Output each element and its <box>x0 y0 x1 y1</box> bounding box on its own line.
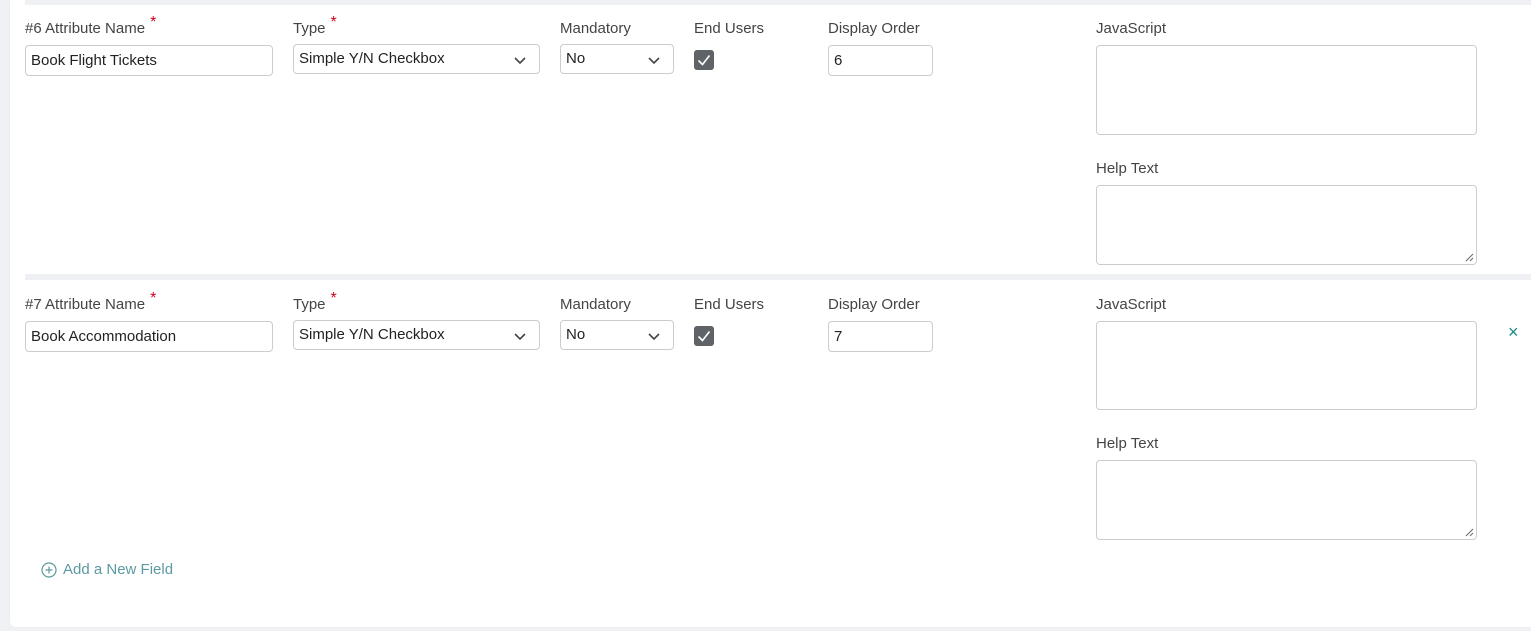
chevron-down-icon <box>648 333 660 341</box>
help-text-textarea[interactable] <box>1096 185 1477 265</box>
javascript-label: JavaScript <box>1096 20 1167 37</box>
type-select[interactable]: Simple Y/N Checkbox <box>293 320 540 350</box>
section-separator <box>25 0 1531 5</box>
attribute-name-label: #6 Attribute Name * <box>25 14 157 37</box>
mandatory-select[interactable]: No <box>560 320 674 350</box>
type-label: Type * <box>293 14 337 37</box>
mandatory-select[interactable]: No <box>560 44 674 74</box>
type-select-value: Simple Y/N Checkbox <box>299 326 445 343</box>
chevron-down-icon <box>514 57 526 65</box>
checkmark-icon <box>697 55 711 66</box>
end-users-label: End Users <box>694 20 765 37</box>
mandatory-select-value: No <box>566 50 586 67</box>
help-text-label: Help Text <box>1096 435 1159 452</box>
display-order-label: Display Order <box>828 20 920 37</box>
required-marker: * <box>150 290 157 307</box>
end-users-checkbox[interactable] <box>694 326 714 346</box>
attribute-name-input[interactable]: Book Flight Tickets <box>25 45 273 76</box>
mandatory-label: Mandatory <box>560 296 631 313</box>
mandatory-label: Mandatory <box>560 20 631 37</box>
chevron-down-icon <box>648 57 660 65</box>
attribute-name-input[interactable]: Book Accommodation <box>25 321 273 352</box>
display-order-input[interactable]: 6 <box>828 45 933 76</box>
add-new-field-button[interactable]: Add a New Field <box>41 561 173 578</box>
help-text-textarea[interactable] <box>1096 460 1477 540</box>
javascript-textarea[interactable] <box>1096 321 1477 410</box>
required-marker: * <box>330 290 337 307</box>
checkmark-icon <box>697 331 711 342</box>
section-separator <box>25 274 1531 280</box>
javascript-textarea[interactable] <box>1096 45 1477 135</box>
end-users-checkbox[interactable] <box>694 50 714 70</box>
required-marker: * <box>150 14 157 31</box>
resize-grip-icon[interactable] <box>1464 252 1474 262</box>
javascript-label: JavaScript <box>1096 296 1167 313</box>
help-text-label: Help Text <box>1096 160 1159 177</box>
mandatory-select-value: No <box>566 326 586 343</box>
display-order-label: Display Order <box>828 296 920 313</box>
end-users-label: End Users <box>694 296 765 313</box>
type-label: Type * <box>293 290 337 313</box>
display-order-input[interactable]: 7 <box>828 321 933 352</box>
plus-circle-icon <box>41 561 57 578</box>
chevron-down-icon <box>514 333 526 341</box>
custom-fields-panel: #6 Attribute Name * Book Flight Tickets T… <box>10 0 1531 627</box>
remove-field-button[interactable]: × <box>1508 323 1519 341</box>
type-select[interactable]: Simple Y/N Checkbox <box>293 44 540 74</box>
resize-grip-icon[interactable] <box>1464 527 1474 537</box>
required-marker: * <box>330 14 337 31</box>
add-new-field-label: Add a New Field <box>63 561 174 578</box>
type-select-value: Simple Y/N Checkbox <box>299 50 445 67</box>
attribute-name-label: #7 Attribute Name * <box>25 290 157 313</box>
